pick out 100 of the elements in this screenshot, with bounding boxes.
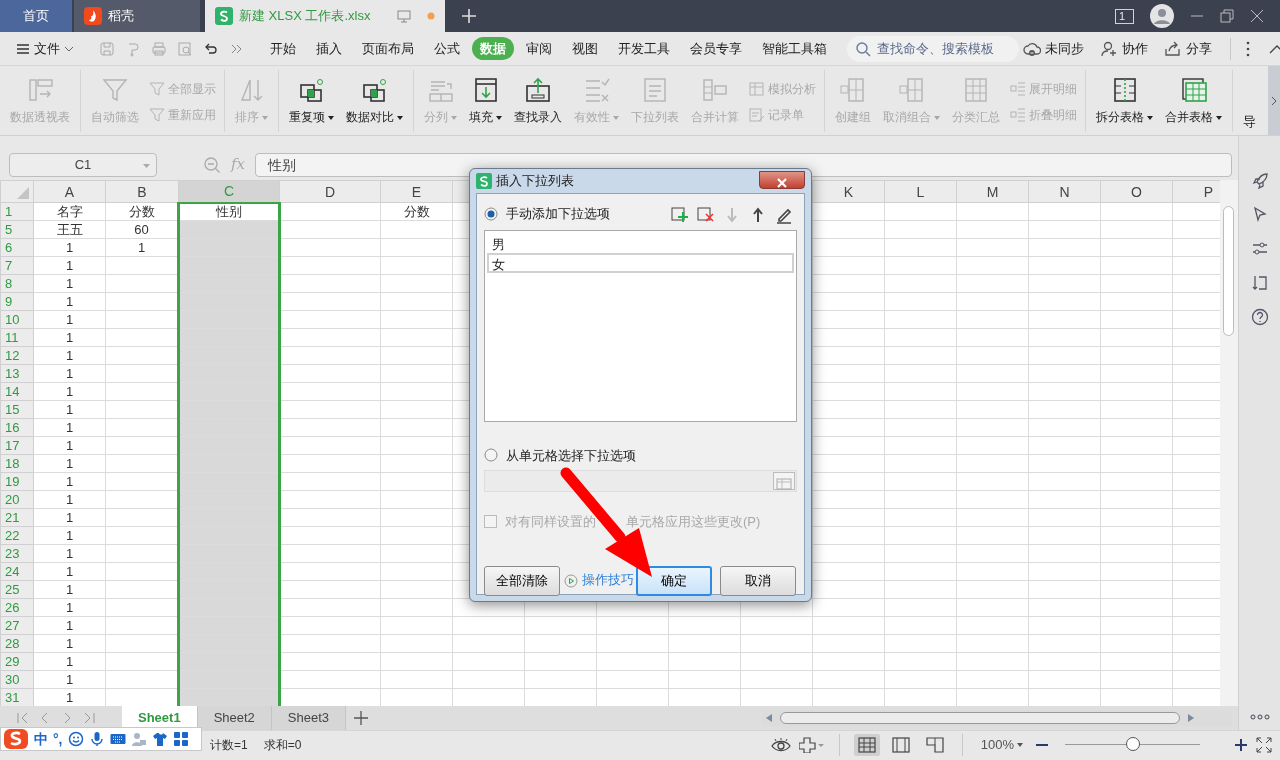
menu-tab[interactable]: 插入 (308, 36, 350, 61)
column-header[interactable]: E (380, 180, 453, 203)
option-label[interactable]: 从单元格选择下拉选项 (506, 445, 636, 466)
ribbon-button[interactable]: 重复项 (283, 76, 340, 126)
active-cell[interactable]: 性别 (178, 202, 280, 221)
table-cell: 1 (33, 526, 106, 545)
ribbon-button[interactable]: 数据对比 (340, 76, 409, 126)
view-button[interactable] (853, 733, 880, 756)
column-header[interactable]: O (1100, 180, 1173, 203)
keyboard-icon[interactable] (109, 731, 126, 747)
menu-tab[interactable]: 视图 (564, 36, 606, 61)
ribbon-button[interactable]: 填充 (463, 76, 508, 126)
window-tab[interactable]: 稻壳 (74, 0, 200, 32)
ribbon-button[interactable]: 查找录入 (508, 76, 568, 126)
print-preview-icon[interactable] (177, 40, 193, 57)
rocket-icon[interactable] (1250, 172, 1269, 190)
last-sheet-icon[interactable] (82, 711, 96, 725)
menu-tab[interactable]: 页面布局 (354, 36, 422, 61)
sheet-tab[interactable]: Sheet1 (122, 706, 198, 730)
table-cell: 1 (33, 670, 106, 689)
status-text: 计数=1 (210, 736, 248, 754)
grid-icon[interactable] (172, 731, 189, 747)
file-menu[interactable]: 文件 (8, 36, 82, 61)
columns-icon (701, 76, 729, 104)
ribbon-button[interactable]: 合并表格 (1159, 76, 1228, 126)
column-header[interactable]: B (105, 180, 179, 203)
column-header[interactable]: D (279, 180, 381, 203)
table-cell: 1 (33, 328, 106, 347)
new-tab-icon[interactable] (461, 8, 477, 24)
dialog-button[interactable]: 全部清除 (484, 565, 560, 596)
scrollbar-thumb[interactable] (780, 712, 1180, 724)
window-tab[interactable]: 首页 (0, 0, 72, 32)
dialog-button[interactable]: 确定 (636, 565, 712, 596)
name-box[interactable]: C1 (9, 152, 157, 177)
help-link[interactable]: 操作技巧 (582, 571, 634, 590)
toolbar-button[interactable]: 未同步 (1019, 36, 1088, 61)
window-tab[interactable]: 新建 XLSX 工作表.xlsx (205, 0, 445, 32)
ribbon-button[interactable]: 拆分表格 (1090, 76, 1159, 126)
menu-tab[interactable]: 开始 (262, 36, 304, 61)
table-cell: 1 (33, 472, 106, 491)
list-item[interactable]: 男 (487, 232, 794, 253)
radio-button[interactable] (484, 448, 498, 463)
input-method-logo-icon[interactable] (3, 728, 29, 750)
more-icon[interactable] (1249, 714, 1270, 720)
radio-button[interactable] (484, 206, 498, 221)
column-header[interactable]: C (178, 180, 280, 203)
menu-tab[interactable]: 审阅 (518, 36, 560, 61)
window-count[interactable]: 1 (1114, 8, 1134, 24)
table-cell: 1 (33, 454, 106, 473)
zoom-dropdown[interactable]: 100% (976, 732, 1027, 757)
more-options-icon[interactable] (1245, 40, 1251, 57)
eye-icon[interactable] (770, 736, 791, 753)
menu-tab[interactable]: 数据 (472, 36, 514, 61)
option-label[interactable]: 手动添加下拉选项 (506, 204, 610, 224)
sliders-icon[interactable] (1250, 240, 1269, 258)
close-button[interactable] (759, 171, 805, 189)
microphone-icon[interactable] (88, 731, 105, 747)
column-header[interactable]: M (956, 180, 1029, 203)
scroll-left-icon[interactable] (766, 714, 772, 722)
collapse-icon[interactable] (1269, 43, 1280, 54)
document-icon (641, 76, 669, 104)
cross-icon[interactable] (798, 736, 825, 753)
sheet-tab[interactable]: Sheet2 (197, 706, 272, 730)
restore-icon[interactable] (1220, 9, 1234, 23)
ribbon-button[interactable]: 导 (1237, 76, 1262, 132)
sheet-tab[interactable]: Sheet3 (271, 706, 347, 730)
input-mode[interactable]: °, (53, 728, 63, 750)
monitor-icon[interactable] (397, 9, 411, 23)
function-label[interactable]: fx (231, 153, 245, 176)
help-icon[interactable] (1250, 308, 1269, 326)
list-item[interactable]: 女 (487, 252, 794, 273)
shirt-icon[interactable] (151, 731, 168, 747)
column-header[interactable]: K (812, 180, 885, 203)
transfer-icon[interactable] (1250, 274, 1269, 292)
table-cell: 王五 (33, 220, 106, 239)
input-mode[interactable]: 中 (34, 728, 48, 750)
column-header[interactable]: N (1028, 180, 1101, 203)
menu-tab[interactable]: 公式 (426, 36, 468, 61)
scrollbar-thumb[interactable] (1223, 206, 1234, 336)
menu-tab[interactable]: 智能工具箱 (754, 36, 835, 61)
close-icon[interactable] (1250, 9, 1264, 23)
avatar-icon[interactable] (1150, 4, 1174, 28)
slider-thumb[interactable] (1125, 737, 1140, 751)
first-sheet-icon[interactable] (16, 711, 30, 725)
scroll-right-icon[interactable] (1188, 714, 1194, 722)
smiley-icon[interactable] (67, 731, 84, 747)
add-sheet-icon[interactable] (354, 711, 369, 725)
menu-tab[interactable]: 会员专享 (682, 36, 750, 61)
column-header[interactable]: A (33, 180, 106, 203)
fullscreen-icon[interactable] (1256, 736, 1272, 753)
toolbar-button[interactable]: 分享 (1160, 36, 1216, 61)
column-header[interactable]: P (1172, 180, 1220, 203)
dialog-button[interactable]: 取消 (720, 565, 796, 596)
funnel-icon (149, 81, 165, 97)
zoom-in-icon[interactable] (1234, 737, 1248, 752)
column-header[interactable]: L (884, 180, 957, 203)
toolbar-button[interactable]: 协作 (1096, 36, 1152, 61)
menu-tab[interactable]: 开发工具 (610, 36, 678, 61)
play-icon[interactable] (564, 573, 578, 588)
search-field[interactable]: 查找命令、搜索模板 (847, 35, 1019, 62)
